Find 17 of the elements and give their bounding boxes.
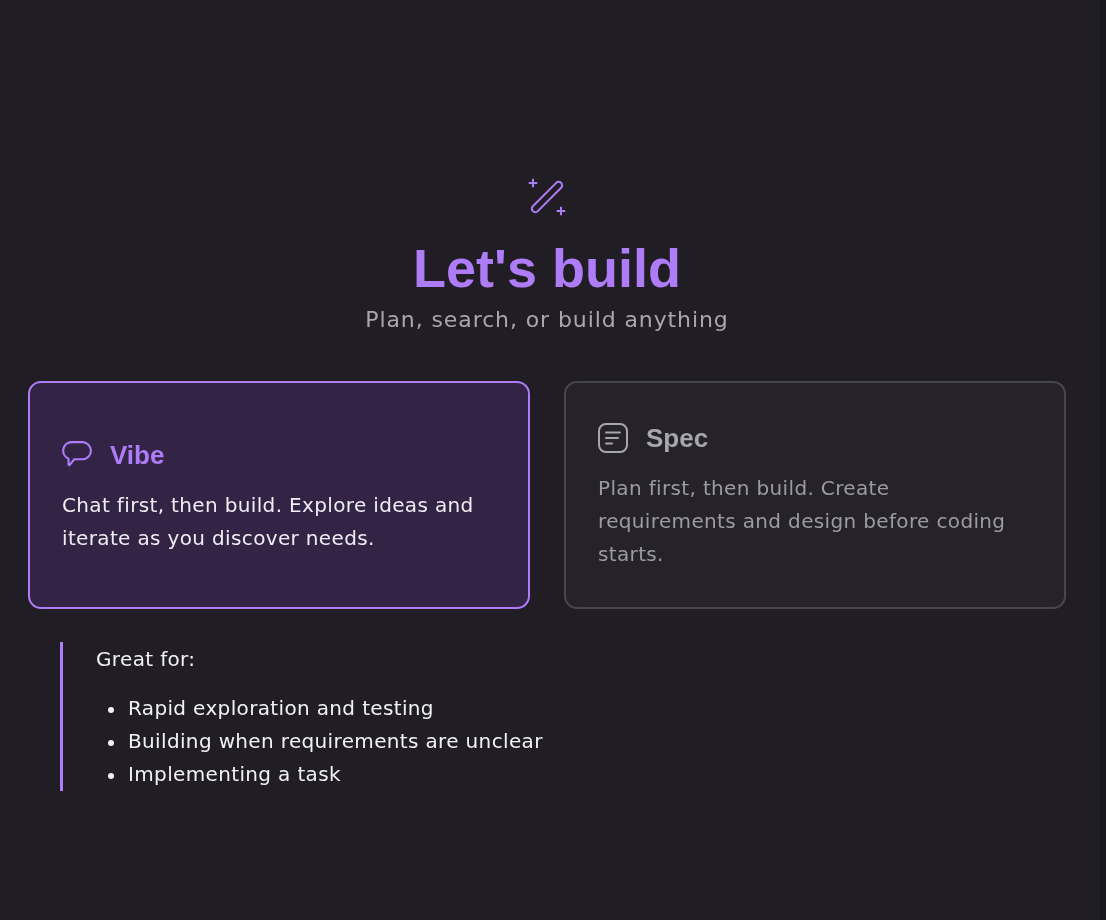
mode-card[interactable]: Vibe Chat first, then build. Explore ideas and iterate as you discover needs. (28, 381, 530, 609)
magic-wand-icon (528, 178, 566, 216)
bullet-icon (108, 740, 114, 746)
page-title: Let's build (413, 237, 681, 300)
great-for-heading: Great for: (96, 646, 196, 673)
list-item-text: Building when requirements are unclear (128, 728, 543, 755)
mode-title: Vibe (110, 438, 165, 471)
mode-description: Plan first, then build. Create requirements and design before coding starts. (598, 475, 1007, 568)
bullet-icon (108, 707, 114, 713)
page-subtitle: Plan, search, or build anything (365, 306, 729, 334)
list-item-text: Implementing a task (128, 761, 341, 788)
document-lines-icon (598, 423, 628, 453)
list-item-text: Rapid exploration and testing (128, 695, 434, 722)
mode-title: Spec (646, 422, 709, 454)
mode-description: Chat first, then build. Explore ideas and iterate as you discover needs. (62, 491, 475, 552)
bullet-icon (108, 773, 114, 779)
mode-card[interactable]: Spec Plan first, then build. Create requirements and design before coding starts. (564, 381, 1066, 609)
